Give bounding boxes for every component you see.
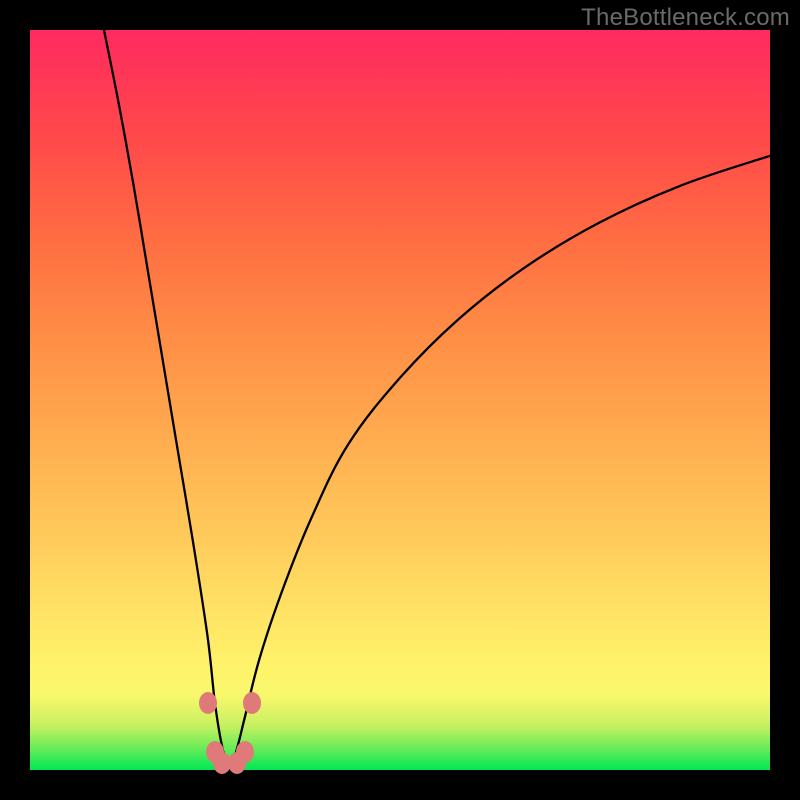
marker-dot	[228, 752, 246, 774]
marker-dot	[199, 692, 217, 714]
plot-area	[30, 30, 770, 770]
watermark-text: TheBottleneck.com	[581, 4, 790, 32]
bottleneck-curve	[30, 30, 770, 770]
figure-container: TheBottleneck.com	[0, 0, 800, 800]
marker-dot	[243, 692, 261, 714]
